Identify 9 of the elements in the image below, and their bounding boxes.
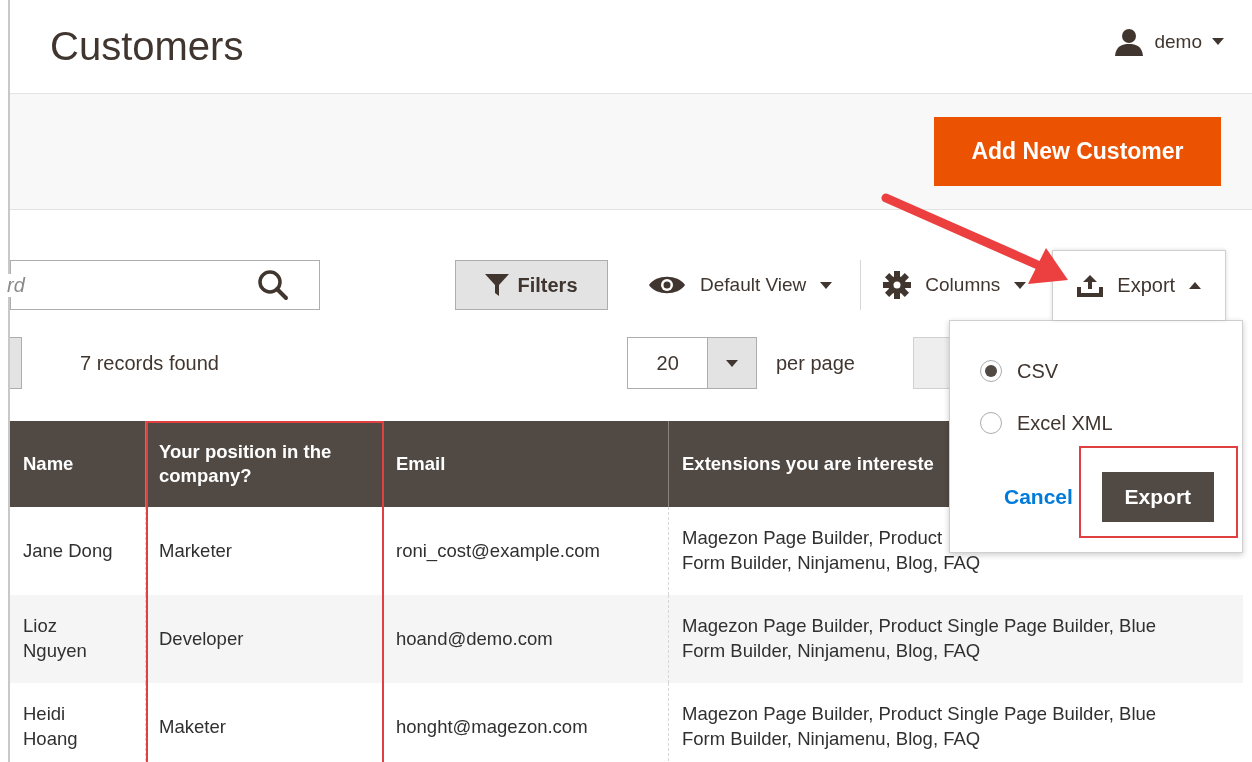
per-page-label: per page [776,351,855,375]
email-cell: honght@magezon.com [382,683,669,762]
extensions-cell: Magezon Page Builder, Product Single Page Builder, Blue Form Builder, Ninjamenu, Blog, FAQ [668,683,1243,762]
position-cell: Maketer [145,683,383,762]
page-title: Customers [50,24,244,69]
records-count: 7 records found [80,351,219,375]
name-cell: Lioz Nguyen [10,595,146,683]
name-cell: Heidi Hoang [10,683,146,762]
name-cell: Jane Dong [10,507,146,595]
